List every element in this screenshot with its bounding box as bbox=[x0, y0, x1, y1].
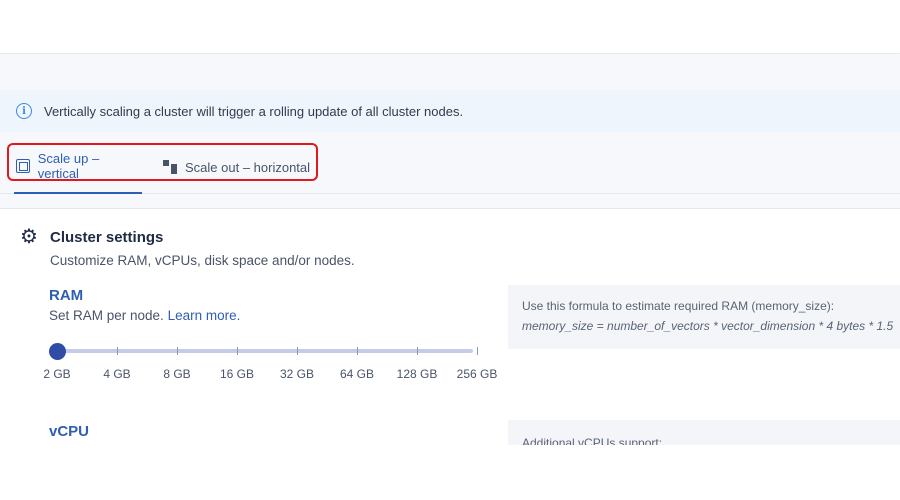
ram-slider-thumb[interactable] bbox=[49, 343, 66, 360]
ram-option-label[interactable]: 128 GB bbox=[397, 367, 438, 381]
vcpu-hint-box: Additional vCPUs support: bbox=[508, 420, 900, 445]
tab-scale-out-horizontal[interactable]: Scale out – horizontal bbox=[163, 140, 310, 194]
ram-hint-line2: memory_size = number_of_vectors * vector… bbox=[522, 319, 894, 333]
ram-slider-tick bbox=[297, 347, 298, 355]
info-banner: i Vertically scaling a cluster will trig… bbox=[0, 90, 900, 132]
ram-hint-line1: Use this formula to estimate required RA… bbox=[522, 299, 835, 313]
ram-option-label[interactable]: 16 GB bbox=[220, 367, 254, 381]
scaling-tabs: Scale up – vertical Scale out – horizont… bbox=[0, 140, 900, 194]
ram-option-label[interactable]: 64 GB bbox=[340, 367, 374, 381]
ram-slider-track[interactable] bbox=[57, 349, 473, 353]
ram-subtitle-text: Set RAM per node. bbox=[49, 308, 164, 323]
tab-scale-up-vertical[interactable]: Scale up – vertical bbox=[14, 140, 142, 194]
gear-icon: ⚙ bbox=[20, 226, 38, 248]
ram-option-label[interactable]: 256 GB bbox=[457, 367, 498, 381]
ram-slider-tick bbox=[177, 347, 178, 355]
tab-label: Scale out – horizontal bbox=[185, 159, 311, 175]
ram-slider-tick bbox=[237, 347, 238, 355]
top-card bbox=[0, 0, 900, 54]
ram-slider-tick bbox=[417, 347, 418, 355]
ram-title: RAM bbox=[49, 287, 84, 304]
ram-option-label[interactable]: 4 GB bbox=[103, 367, 130, 381]
settings-subtitle: Customize RAM, vCPUs, disk space and/or … bbox=[50, 253, 355, 268]
chip-icon bbox=[16, 159, 30, 173]
ram-slider-tick bbox=[117, 347, 118, 355]
info-icon: i bbox=[16, 103, 32, 119]
ram-option-label[interactable]: 2 GB bbox=[43, 367, 70, 381]
ram-formula-hint: Use this formula to estimate required RA… bbox=[508, 285, 900, 349]
settings-title: Cluster settings bbox=[50, 229, 164, 246]
learn-more-link[interactable]: Learn more. bbox=[168, 308, 241, 323]
ram-subtitle: Set RAM per node. Learn more. bbox=[49, 308, 240, 323]
info-banner-text: Vertically scaling a cluster will trigge… bbox=[44, 103, 464, 119]
ram-slider-tick bbox=[477, 347, 478, 355]
vcpu-title: vCPU bbox=[49, 423, 90, 440]
nodes-icon bbox=[163, 160, 177, 174]
bottom-area bbox=[0, 445, 900, 500]
tab-label: Scale up – vertical bbox=[37, 151, 100, 181]
ram-slider-tick bbox=[357, 347, 358, 355]
ram-option-label[interactable]: 32 GB bbox=[280, 367, 314, 381]
ram-option-label[interactable]: 8 GB bbox=[163, 367, 190, 381]
vcpu-hint-text: Additional vCPUs support: bbox=[522, 436, 663, 445]
